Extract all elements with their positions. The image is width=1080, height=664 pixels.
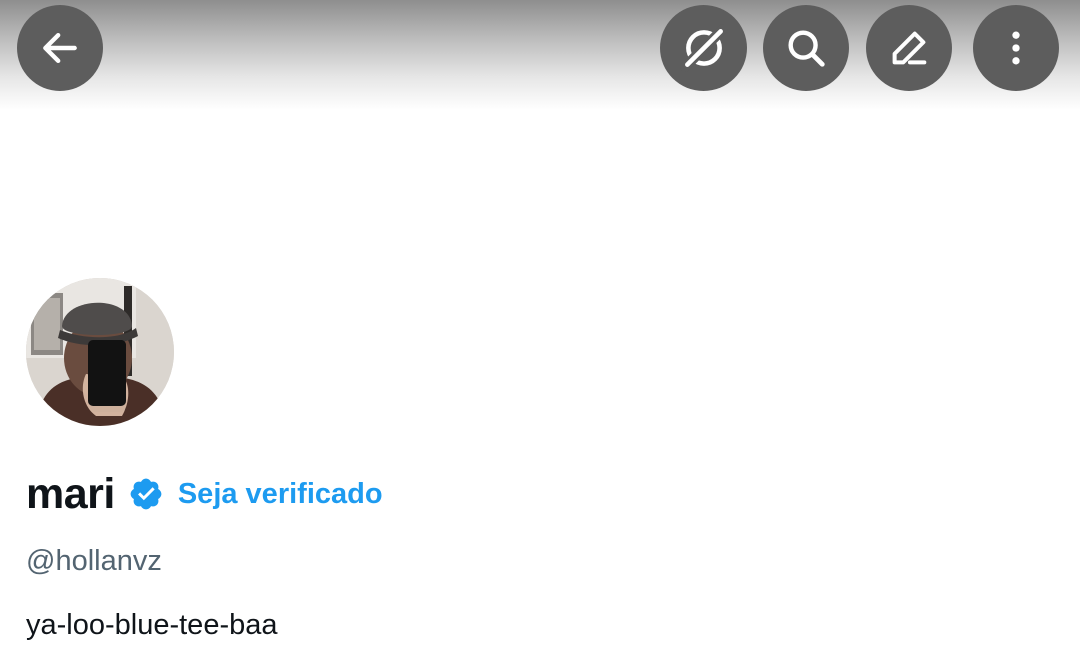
get-verified-link[interactable]: Seja verificado xyxy=(178,478,383,511)
grok-icon xyxy=(679,24,728,72)
more-vertical-icon xyxy=(1012,31,1020,65)
display-name: mari xyxy=(26,469,115,518)
edit-icon xyxy=(892,31,927,65)
search-button[interactable] xyxy=(763,5,849,91)
edit-profile-button[interactable] xyxy=(866,5,952,91)
verified-badge-icon[interactable] xyxy=(128,476,164,512)
grok-button[interactable] xyxy=(660,5,747,91)
user-handle: @hollanvz xyxy=(26,545,162,577)
profile-name-row: mari Seja verificado xyxy=(26,468,383,520)
avatar[interactable] xyxy=(26,278,174,426)
back-button[interactable] xyxy=(17,5,103,91)
avatar-photo xyxy=(26,278,174,426)
more-options-button[interactable] xyxy=(973,5,1059,91)
profile-bio: ya-loo-blue-tee-baa xyxy=(26,609,278,641)
search-icon xyxy=(788,30,825,67)
back-arrow-icon xyxy=(43,32,77,64)
